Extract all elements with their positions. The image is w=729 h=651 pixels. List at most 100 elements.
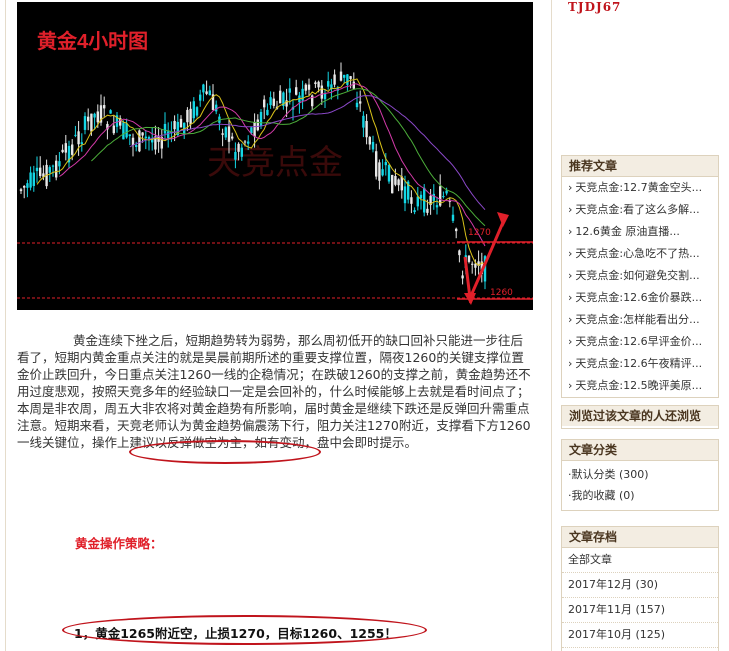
recommended-box: 推荐文章 › 天竞点金:12.7黄金空头... › 天竞点金:看了这么多解... ›… xyxy=(561,155,719,398)
candle-body xyxy=(93,113,96,118)
candle-body xyxy=(179,118,183,128)
categories-list: ·默认分类 (300) ·我的收藏 (0) xyxy=(562,461,718,506)
candle-body xyxy=(26,183,29,188)
category-item[interactable]: ·默认分类 (300) xyxy=(562,464,718,485)
candle-body xyxy=(384,162,387,166)
user-id[interactable]: TJDJ67 xyxy=(568,0,621,14)
candle-body xyxy=(474,263,477,268)
candle-body xyxy=(186,109,189,123)
candle-body xyxy=(51,165,55,167)
candle-body xyxy=(71,144,74,155)
candle-body xyxy=(288,88,291,93)
candle-body xyxy=(205,91,208,94)
candle-body xyxy=(55,160,58,178)
candle-body xyxy=(375,151,378,177)
list-item[interactable]: › 天竞点金:12.5晚评美原... xyxy=(562,375,718,397)
bullet-icon: › xyxy=(568,247,573,260)
candle-body xyxy=(83,116,87,130)
candle-body xyxy=(435,205,439,208)
list-item[interactable]: › 天竞点金:12.6早评金价... xyxy=(562,331,718,353)
candle-body xyxy=(416,196,419,207)
archive-item[interactable]: 2017年12月 (30) xyxy=(562,573,718,598)
archive-title: 文章存档 xyxy=(562,527,718,548)
candle-body xyxy=(426,208,429,213)
chart-watermark: 天竞点金 xyxy=(207,143,343,183)
candle-body xyxy=(458,250,461,256)
list-item-label: 天竞点金:看了这么多解... xyxy=(575,203,700,216)
candle-body xyxy=(221,133,224,135)
candle-body xyxy=(391,174,394,194)
candle-body xyxy=(365,120,368,138)
candle-body xyxy=(320,85,323,99)
candle-body xyxy=(19,189,23,192)
candle-body xyxy=(192,101,195,119)
candle-body xyxy=(307,84,311,90)
candle-body xyxy=(272,98,275,106)
list-item[interactable]: › 12.6黄金 原油直播... xyxy=(562,221,718,243)
candle-body xyxy=(394,175,397,185)
bullet-icon: › xyxy=(568,269,573,282)
candle-body xyxy=(112,125,115,134)
candle-body xyxy=(419,194,423,199)
article-paragraph: 黄金连续下挫之后，短期趋势转为弱势，那么周初低开的缺口回补只能进一步往后看了，短… xyxy=(17,333,531,450)
bullet-icon: › xyxy=(568,203,573,216)
candle-body xyxy=(327,81,330,87)
candle-body xyxy=(163,123,167,134)
category-item[interactable]: ·我的收藏 (0) xyxy=(562,485,718,506)
recommended-title: 推荐文章 xyxy=(562,156,718,177)
candle-body xyxy=(263,99,266,108)
list-item[interactable]: › 天竞点金:如何避免交割... xyxy=(562,265,718,287)
candle-body xyxy=(125,123,128,138)
level-1260-label: 1260 xyxy=(490,288,513,298)
candle-body xyxy=(29,172,32,188)
candle-body xyxy=(231,136,234,139)
candle-body xyxy=(346,74,349,85)
candle-body xyxy=(189,108,192,125)
candle-body xyxy=(173,120,176,130)
article-body: 黄金连续下挫之后，短期趋势转为弱势，那么周初低开的缺口回补只能进一步往后看了，短… xyxy=(17,332,535,464)
bullet-icon: › xyxy=(568,181,573,194)
candle-body xyxy=(224,127,227,138)
candle-body xyxy=(343,74,346,78)
candle-body xyxy=(295,87,298,95)
candle-body xyxy=(48,167,51,173)
categories-title: 文章分类 xyxy=(562,440,718,461)
list-item[interactable]: › 天竞点金:心急吃不了热... xyxy=(562,243,718,265)
candle-body xyxy=(445,190,448,194)
candle-body xyxy=(410,197,413,204)
list-item[interactable]: › 天竞点金:看了这么多解... xyxy=(562,199,718,221)
candle-body xyxy=(387,164,391,182)
candle-body xyxy=(195,107,199,116)
archive-item[interactable]: 2017年10月 (125) xyxy=(562,623,718,648)
list-item-label: 天竞点金:12.6早评金价... xyxy=(575,335,703,348)
strategy-title: 黄金操作策略： xyxy=(75,536,163,551)
list-item[interactable]: › 天竞点金:12.6午夜精评... xyxy=(562,353,718,375)
candle-body xyxy=(314,82,317,85)
candle-body xyxy=(39,167,42,177)
candle-body xyxy=(339,71,343,81)
list-item[interactable]: › 天竞点金:12.7黄金空头... xyxy=(562,177,718,199)
archive-item[interactable]: 全部文章 xyxy=(562,548,718,573)
candle-body xyxy=(451,214,455,221)
candle-body xyxy=(333,74,336,85)
list-item[interactable]: › 天竞点金:12.6金价暴跌... xyxy=(562,287,718,309)
also-viewed-title: 浏览过该文章的人还浏览 xyxy=(562,406,718,426)
candle-body xyxy=(202,84,205,93)
list-item-label: 天竞点金:怎样能看出分... xyxy=(575,313,700,326)
candle-body xyxy=(279,90,282,104)
candlestick-svg: 黄金4小时图 天竞点金 1270 1260 xyxy=(17,29,533,305)
chart-title: 黄金4小时图 xyxy=(37,29,148,53)
candle-body xyxy=(61,149,64,153)
candle-body xyxy=(103,105,106,109)
bullet-icon: › xyxy=(568,357,573,370)
candle-body xyxy=(64,143,67,153)
bullet-icon: › xyxy=(568,379,573,392)
candle-body xyxy=(323,93,327,100)
candle-body xyxy=(455,228,458,232)
candle-body xyxy=(32,172,35,186)
archive-item[interactable]: 2017年11月 (157) xyxy=(562,598,718,623)
candle-body xyxy=(58,161,61,167)
candle-body xyxy=(135,145,138,148)
candle-body xyxy=(413,210,416,213)
list-item[interactable]: › 天竞点金:怎样能看出分... xyxy=(562,309,718,331)
